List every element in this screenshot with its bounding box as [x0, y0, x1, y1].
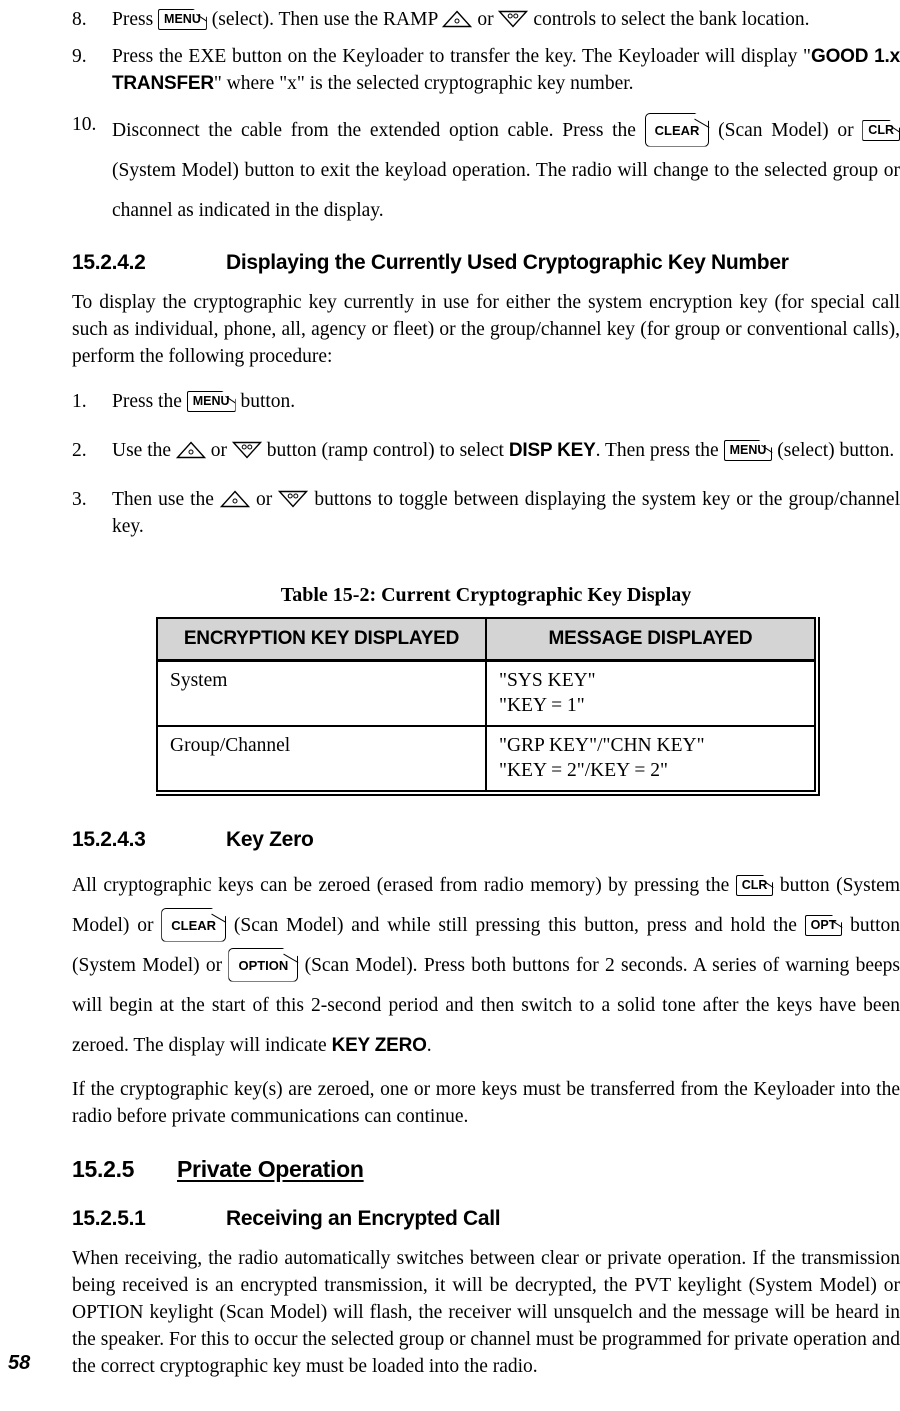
step-text: Press MENU (select). Then use the RAMP o… [112, 9, 810, 31]
clr-button-icon: CLR [862, 120, 900, 142]
menu-button-icon: MENU [158, 9, 207, 31]
menu-button-icon: MENU [186, 391, 236, 413]
ramp-down-icon [278, 490, 309, 508]
heading-15-2-4-2: 15.2.4.2 Displaying the Currently Used C… [72, 251, 900, 275]
cell-message: "GRP KEY"/"CHN KEY" "KEY = 2"/KEY = 2" [486, 726, 815, 791]
column-header-encryption-key: ENCRYPTION KEY DISPLAYED [157, 618, 487, 662]
column-header-message: MESSAGE DISPLAYED [486, 618, 815, 662]
heading-title: Receiving an Encrypted Call [226, 1207, 501, 1230]
key-zero-paragraph: All cryptographic keys can be zeroed (er… [72, 875, 900, 1056]
message-line-2: "KEY = 2"/KEY = 2" [499, 760, 668, 781]
step-text: Press the MENU button. [112, 391, 296, 413]
message-line-1: "SYS KEY" [499, 670, 596, 691]
opt-button-icon: OPT [804, 915, 843, 937]
clear-button-icon: CLEAR [644, 112, 710, 147]
step-number: 3. [72, 489, 87, 510]
ramp-up-icon [442, 9, 473, 28]
ramp-up-icon [220, 489, 250, 508]
step-number: 8. [72, 9, 87, 30]
clear-button-icon: CLEAR [161, 907, 227, 942]
clr-button-icon: CLR [735, 875, 774, 897]
heading-15-2-5-1: 15.2.5.1 Receiving an Encrypted Call [72, 1207, 900, 1231]
step-text: Press the EXE button on the Keyloader to… [112, 46, 900, 94]
list-item: 9. Press the EXE button on the Keyloader… [72, 43, 900, 97]
emphasized-display-text: GOOD 1.x TRANSFER [112, 46, 900, 94]
ramp-down-icon [498, 10, 529, 28]
heading-15-2-4-3: 15.2.4.3 Key Zero [72, 828, 900, 852]
list-item: 8. Press MENU (select). Then use the RAM… [72, 6, 900, 33]
page-number: 58 [8, 1352, 31, 1374]
cell-encryption-key: System [157, 660, 487, 727]
cell-encryption-key: Group/Channel [157, 726, 487, 791]
key-zero-paragraph-2: If the cryptographic key(s) are zeroed, … [72, 1079, 900, 1127]
step-number: 9. [72, 46, 87, 67]
ramp-down-icon [231, 441, 262, 459]
message-line-1: "GRP KEY"/"CHN KEY" [499, 735, 705, 756]
heading-number: 15.2.5 [72, 1156, 135, 1182]
list-item: 3. Then use the or buttons to toggle bet… [72, 486, 900, 540]
heading-title: Displaying the Currently Used Cryptograp… [226, 251, 789, 274]
heading-15-2-5: 15.2.5 Private Operation [72, 1156, 900, 1183]
table-row: System "SYS KEY" "KEY = 1" [157, 660, 815, 727]
table-shadow [156, 794, 820, 796]
section-intro-paragraph: To display the cryptographic key current… [72, 292, 900, 367]
heading-number: 15.2.4.2 [72, 251, 146, 274]
table-container: ENCRYPTION KEY DISPLAYED MESSAGE DISPLAY… [156, 617, 820, 796]
list-item: 10. Disconnect the cable from the extend… [72, 111, 900, 231]
emphasized-display-text: DISP KEY [508, 440, 596, 461]
message-line-2: "KEY = 1" [499, 695, 585, 716]
step-text: Disconnect the cable from the extended o… [112, 111, 900, 231]
step-text: Use the or button (ramp control) to sele… [112, 440, 895, 462]
document-page: 8. Press MENU (select). Then use the RAM… [0, 0, 900, 1411]
step-number: 10. [72, 114, 97, 135]
list-item: 2. Use the or button (ramp control) to s… [72, 437, 900, 464]
heading-title: Private Operation [177, 1156, 364, 1182]
ramp-up-icon [175, 440, 206, 459]
page-content: 8. Press MENU (select). Then use the RAM… [72, 0, 900, 1390]
step-number: 1. [72, 391, 87, 412]
current-crypto-key-display-table: ENCRYPTION KEY DISPLAYED MESSAGE DISPLAY… [156, 617, 816, 792]
step-number: 2. [72, 440, 87, 461]
receiving-encrypted-call-paragraph: When receiving, the radio automatically … [72, 1248, 900, 1377]
table-header-row: ENCRYPTION KEY DISPLAYED MESSAGE DISPLAY… [157, 618, 815, 662]
list-item: 1. Press the MENU button. [72, 388, 900, 415]
emphasized-display-text: KEY ZERO [331, 1035, 427, 1056]
cell-message: "SYS KEY" "KEY = 1" [486, 660, 815, 727]
heading-title: Key Zero [226, 828, 314, 851]
table-caption: Table 15-2: Current Cryptographic Key Di… [280, 584, 692, 606]
table-row: Group/Channel "GRP KEY"/"CHN KEY" "KEY = … [157, 726, 815, 791]
heading-number: 15.2.5.1 [72, 1207, 146, 1230]
step-text: Then use the or buttons to toggle betwee… [112, 489, 900, 537]
heading-number: 15.2.4.3 [72, 828, 146, 851]
menu-button-icon: MENU [723, 440, 773, 462]
option-button-icon: OPTION [228, 947, 299, 982]
